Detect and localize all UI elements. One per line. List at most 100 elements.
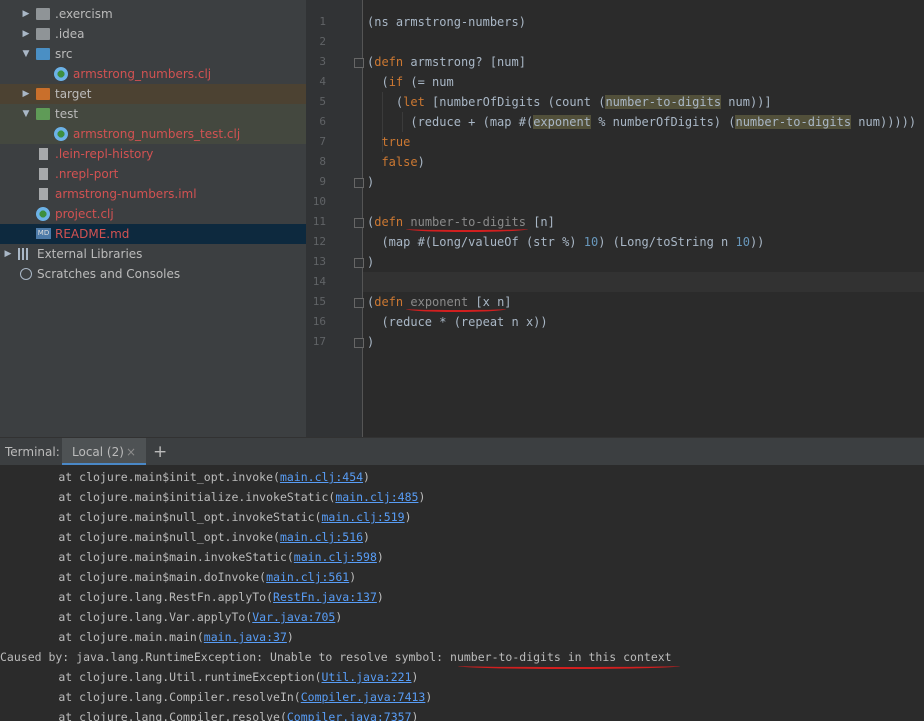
code-line-5: (let [numberOfDigits (count (number-to-d… <box>367 92 772 112</box>
terminal-line: at clojure.lang.Util.runtimeException(Ut… <box>3 667 418 687</box>
expanded-arrow-icon[interactable]: ▼ <box>20 104 32 124</box>
terminal-text: ) <box>404 510 412 524</box>
tree-item-external-libraries[interactable]: ▶ External Libraries <box>0 244 306 264</box>
source-link[interactable]: main.clj:561 <box>266 570 349 584</box>
collapsed-arrow-icon[interactable]: ▶ <box>2 244 14 264</box>
terminal-text: ) <box>418 490 426 504</box>
terminal-text: at clojure.main.main( <box>3 630 204 644</box>
collapsed-arrow-icon[interactable]: ▶ <box>20 24 32 44</box>
highlighted-symbol: number-to-digits <box>605 95 722 109</box>
folder-icon <box>36 8 50 20</box>
source-link[interactable]: main.clj:519 <box>322 510 405 524</box>
source-link[interactable]: main.clj:598 <box>294 550 377 564</box>
tree-item-label: src <box>55 47 73 61</box>
terminal-tab-label: Local (2) <box>72 445 124 459</box>
line-number: 12 <box>312 235 326 248</box>
fold-marker-icon[interactable] <box>354 178 364 188</box>
source-link[interactable]: Var.java:705 <box>252 610 335 624</box>
text-file-icon <box>39 148 48 160</box>
code-line-1: (ns armstrong-numbers) <box>367 15 526 29</box>
clojure-file-icon <box>36 207 50 221</box>
source-link[interactable]: Util.java:221 <box>322 670 412 684</box>
editor-gutter: 1 2 3 4 5 6 7 8 9 10 11 12 13 14 15 16 1… <box>306 0 364 437</box>
tree-item-test[interactable]: ▼ test <box>0 104 306 124</box>
line-number: 4 <box>319 75 326 88</box>
source-link[interactable]: main.clj:485 <box>335 490 418 504</box>
code-token: num))))) <box>851 115 917 129</box>
tree-item-label: README.md <box>55 227 130 241</box>
terminal-line: at clojure.lang.Compiler.resolveIn(Compi… <box>3 687 432 707</box>
terminal-text: at clojure.main$init_opt.invoke( <box>3 470 280 484</box>
terminal-text: at clojure.main$null_opt.invoke( <box>3 530 280 544</box>
close-tab-icon[interactable]: × <box>126 438 136 466</box>
terminal-text: ) <box>349 570 357 584</box>
tree-item-label: armstrong-numbers.iml <box>55 187 197 201</box>
source-link[interactable]: main.java:37 <box>204 630 287 644</box>
fold-marker-icon[interactable] <box>354 338 364 348</box>
fold-marker-icon[interactable] <box>354 258 364 268</box>
terminal-text: ) <box>411 710 419 721</box>
terminal-line: at clojure.main$init_opt.invoke(main.clj… <box>3 467 370 487</box>
fold-marker-icon[interactable] <box>354 58 364 68</box>
keyword-token: if <box>388 75 404 89</box>
line-number: 14 <box>312 275 326 288</box>
source-link[interactable]: RestFn.java:137 <box>273 590 377 604</box>
source-link[interactable]: Compiler.java:7357 <box>287 710 412 721</box>
code-token: (= num <box>403 75 454 89</box>
line-number: 17 <box>312 335 326 348</box>
tree-item-target[interactable]: ▶ target <box>0 84 306 104</box>
red-annotation-underline <box>458 663 680 669</box>
code-token: (reduce + (map #( <box>410 115 534 129</box>
terminal-text: at clojure.main$main.doInvoke( <box>3 570 267 584</box>
terminal-text: ) <box>363 470 370 484</box>
line-number: 16 <box>312 315 326 328</box>
tree-item-armstrong-numbers-iml[interactable]: armstrong-numbers.iml <box>0 184 306 204</box>
line-number: 8 <box>319 155 326 168</box>
number-token: 10 <box>735 235 750 249</box>
tree-item-readme-md[interactable]: MD README.md <box>0 224 306 244</box>
terminal-tab-local-2[interactable]: Local (2) × <box>62 438 146 466</box>
tree-item-label: .nrepl-port <box>55 167 119 181</box>
markdown-file-icon: MD <box>36 228 51 239</box>
number-token: 10 <box>583 235 599 249</box>
code-token: [n] <box>525 215 555 229</box>
tree-item-exercism[interactable]: ▶ .exercism <box>0 4 306 24</box>
terminal-output[interactable]: at clojure.main$init_opt.invoke(main.clj… <box>0 465 924 721</box>
keyword-token: let <box>403 95 425 109</box>
tree-item-lein-repl-history[interactable]: .lein-repl-history <box>0 144 306 164</box>
tree-item-armstrong-numbers-clj[interactable]: armstrong_numbers.clj <box>0 64 306 84</box>
line-number: 2 <box>319 35 326 48</box>
source-link[interactable]: Compiler.java:7413 <box>301 690 426 704</box>
source-link[interactable]: main.clj:516 <box>280 530 363 544</box>
terminal-line: at clojure.main$main.doInvoke(main.clj:5… <box>3 567 356 587</box>
tree-item-nrepl-port[interactable]: .nrepl-port <box>0 164 306 184</box>
tree-item-idea[interactable]: ▶ .idea <box>0 24 306 44</box>
code-token: ) (Long/toString n <box>598 235 736 249</box>
expanded-arrow-icon[interactable]: ▼ <box>20 44 32 64</box>
tree-item-label: .lein-repl-history <box>55 147 154 161</box>
code-line-6: (reduce + (map #(exponent % numberOfDigi… <box>367 112 916 132</box>
keyword-token: defn <box>374 295 404 309</box>
line-number: 1 <box>319 15 326 28</box>
terminal-line: at clojure.lang.RestFn.applyTo(RestFn.ja… <box>3 587 383 607</box>
tree-item-scratches-and-consoles[interactable]: Scratches and Consoles <box>0 264 306 284</box>
add-terminal-icon[interactable]: + <box>153 438 167 466</box>
collapsed-arrow-icon[interactable]: ▶ <box>20 84 32 104</box>
line-number: 15 <box>312 295 326 308</box>
tree-item-project-clj[interactable]: project.clj <box>0 204 306 224</box>
terminal-text: at clojure.lang.RestFn.applyTo( <box>3 590 274 604</box>
tree-item-label: .idea <box>55 27 85 41</box>
terminal-text: at clojure.lang.Compiler.resolve( <box>3 710 287 721</box>
source-link[interactable]: main.clj:454 <box>280 470 363 484</box>
tree-item-label: Scratches and Consoles <box>37 267 181 281</box>
tree-item-label: project.clj <box>55 207 114 221</box>
code-editor[interactable]: 1 2 3 4 5 6 7 8 9 10 11 12 13 14 15 16 1… <box>306 0 924 437</box>
code-line-7: true <box>367 132 410 152</box>
tree-item-src[interactable]: ▼ src <box>0 44 306 64</box>
collapsed-arrow-icon[interactable]: ▶ <box>20 4 32 24</box>
terminal-text: at clojure.main$initialize.invokeStatic( <box>3 490 336 504</box>
tree-item-label: .exercism <box>55 7 113 21</box>
tree-item-armstrong-numbers-test-clj[interactable]: armstrong_numbers_test.clj <box>0 124 306 144</box>
fold-marker-icon[interactable] <box>354 218 364 228</box>
fold-marker-icon[interactable] <box>354 298 364 308</box>
